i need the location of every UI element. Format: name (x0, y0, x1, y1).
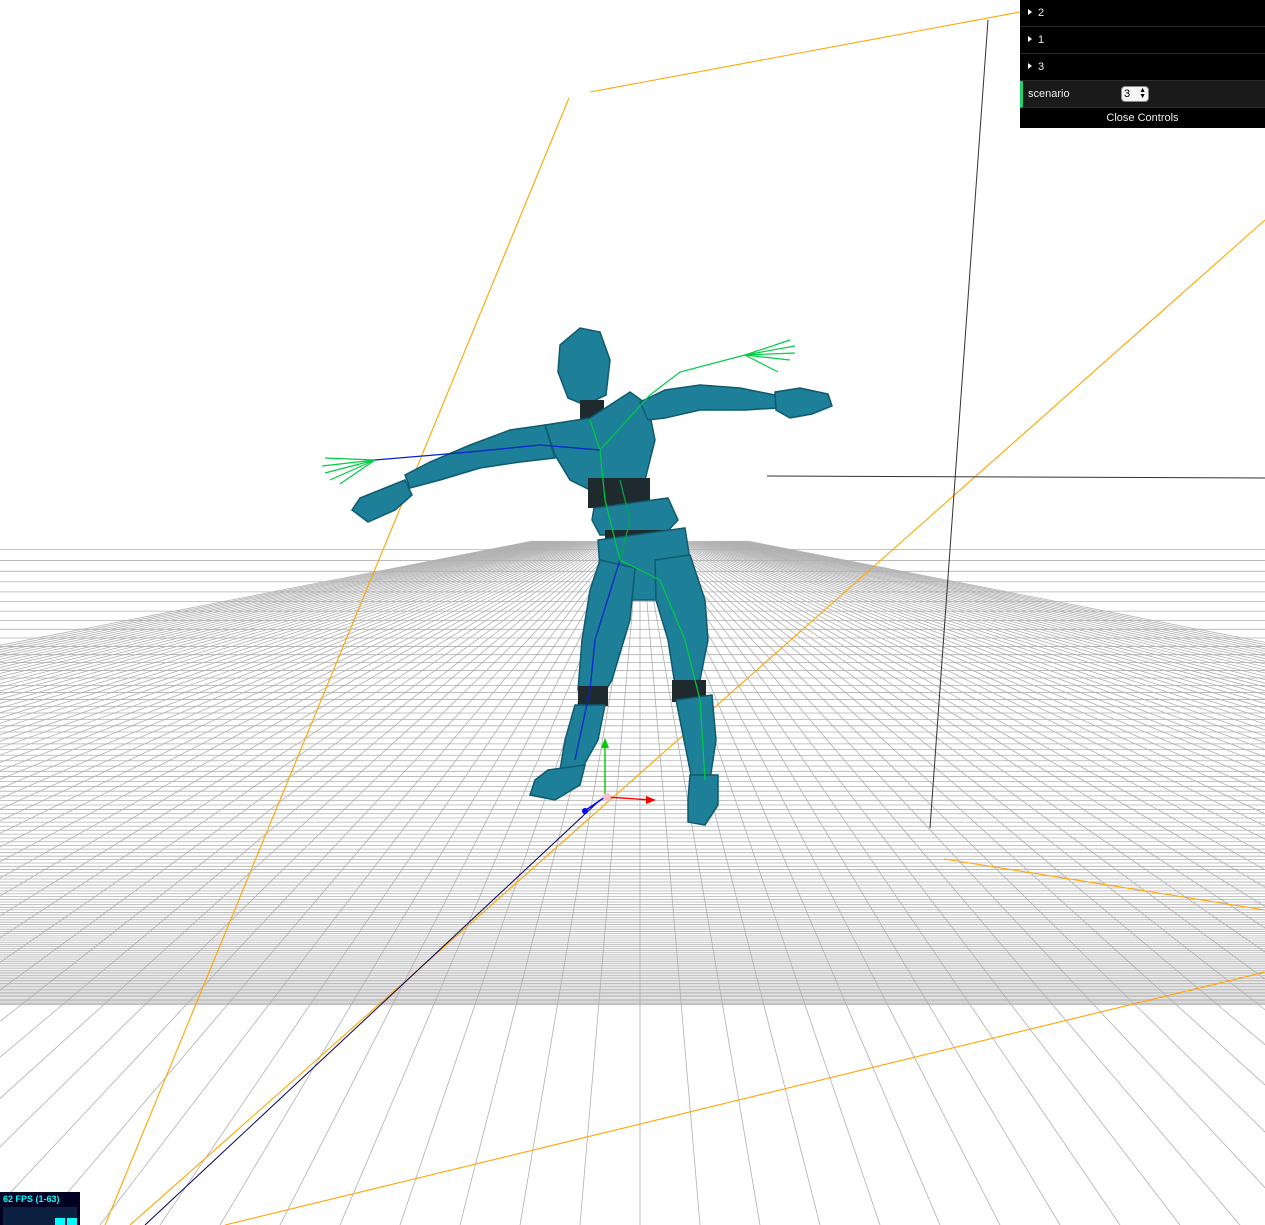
grid-line (0, 540, 603, 879)
grid-line (0, 540, 597, 834)
grid-line (0, 540, 578, 736)
grid-line (699, 540, 1265, 743)
grid-line (726, 540, 1265, 674)
grid-line (706, 540, 1265, 719)
scenario-value: 3 (1124, 88, 1131, 100)
grid-line (735, 540, 1265, 659)
close-controls-button[interactable]: Close Controls (1020, 108, 1265, 128)
fps-graph-bar (55, 1218, 65, 1225)
grid-line (697, 540, 1265, 750)
grid-line (0, 540, 596, 822)
scene-canvas[interactable] (0, 0, 1265, 1225)
grid-line (720, 540, 1265, 684)
grid-line (0, 540, 588, 780)
grid-line (0, 540, 599, 848)
grid-line (692, 540, 1265, 774)
fps-stats-panel[interactable]: 62 FPS (1-63) (0, 1192, 80, 1225)
grid-line (0, 540, 581, 749)
grid-line (0, 540, 574, 724)
scenario-select[interactable]: 3 ▲ ▼ (1121, 86, 1149, 102)
grid-line (39, 540, 623, 1225)
select-arrows-icon: ▲ ▼ (1139, 87, 1146, 100)
folder-label: 1 (1038, 34, 1045, 46)
fps-graph (3, 1207, 77, 1225)
folder-label: 3 (1038, 61, 1045, 73)
grid-line (719, 540, 1265, 688)
scenario-label: scenario (1028, 88, 1070, 100)
scenario-controller: scenario 3 ▲ ▼ (1020, 81, 1265, 108)
grid-line (0, 540, 570, 714)
grid-line (722, 540, 1265, 681)
grid-line (657, 540, 1241, 1225)
grid-line (663, 540, 1265, 1086)
webgl-viewport[interactable] (0, 0, 1265, 1225)
grid-line (664, 540, 1265, 1046)
grid-line (724, 540, 1265, 677)
folder-2[interactable]: 2 (1020, 0, 1265, 27)
grid-line (99, 540, 625, 1225)
folder-1[interactable]: 1 (1020, 27, 1265, 54)
folder-expand-icon (1028, 8, 1032, 15)
grid-line (0, 540, 590, 790)
grid-line (717, 540, 1265, 692)
fps-readout: 62 FPS (1-63) (3, 1194, 60, 1204)
grid-line (0, 540, 594, 810)
grid-line (0, 540, 583, 756)
floor-grid (0, 540, 1265, 1225)
gui-panel: 2 1 3 scenario 3 ▲ ▼ Close Controls (1020, 0, 1265, 128)
grid-line (0, 540, 576, 730)
grid-line (661, 540, 1265, 1133)
folder-3[interactable]: 3 (1020, 54, 1265, 81)
grid-line (279, 540, 630, 1225)
fps-graph-bar (67, 1218, 77, 1225)
folder-label: 2 (1038, 7, 1045, 19)
folder-expand-icon (1028, 35, 1032, 42)
grid-line (704, 540, 1265, 725)
grid-line (0, 540, 533, 646)
grid-line (655, 540, 1181, 1225)
grid-line (713, 540, 1265, 700)
grid-line (659, 540, 1265, 1189)
grid-line (0, 540, 569, 709)
folder-expand-icon (1028, 62, 1032, 69)
